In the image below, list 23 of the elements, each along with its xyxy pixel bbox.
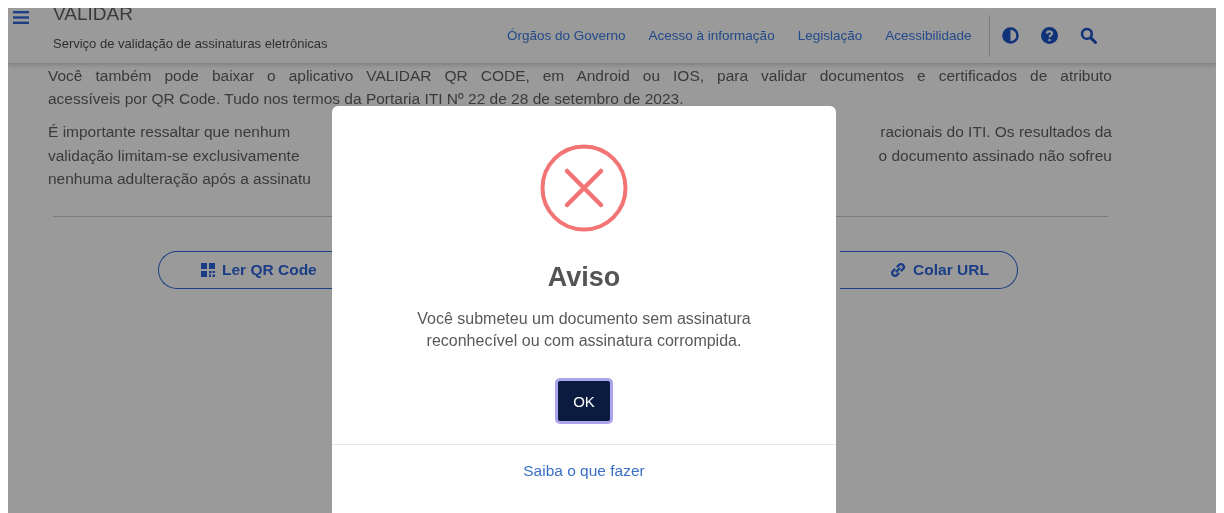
ok-button[interactable]: OK [555, 378, 613, 424]
paragraph-line: o documento assinado não sofreu [878, 145, 1112, 166]
nav-link[interactable]: Legislação [797, 28, 863, 43]
dialog-title: Aviso [547, 262, 621, 293]
help-link[interactable]: Saiba o que fazer [523, 462, 645, 480]
search-icon[interactable] [1079, 27, 1097, 44]
paragraph-line: nenhuma adulteração após a assinatu [48, 169, 311, 189]
dialog-message: Você submeteu um documento sem assinatura reconhecível ou com assinatura corrompida. [416, 309, 752, 351]
paragraph-line: acessíveis por QR Code. Tudo nos termos da Portaria ITI Nº 22 de 28 de setembro de 2023. [48, 89, 685, 109]
link-icon [890, 261, 907, 278]
nav-link[interactable]: Acessibilidade [885, 28, 972, 43]
help-icon[interactable] [1040, 27, 1058, 44]
contrast-icon[interactable] [1001, 27, 1019, 44]
error-icon [540, 144, 628, 232]
nav-link[interactable]: Acesso à informação [648, 28, 775, 43]
nav-link[interactable]: Órgãos do Governo [507, 28, 626, 43]
menu-icon[interactable] [13, 11, 29, 24]
qr-code-icon [201, 262, 215, 277]
paragraph-line: validação limitam-se exclusivamente [48, 145, 300, 166]
paragraph-line: racionais do ITI. Os resultados da [880, 122, 1112, 142]
paragraph-line: Você também pode baixar o aplicativo VALIDAR QR CODE, em Android ou IOS, para validar documentos e certificados de atributo [48, 66, 1112, 86]
site-subtitle: Serviço de validação de assinaturas eletrônicas [53, 36, 329, 51]
paragraph-line: É importante ressaltar que nenhum [48, 122, 291, 142]
